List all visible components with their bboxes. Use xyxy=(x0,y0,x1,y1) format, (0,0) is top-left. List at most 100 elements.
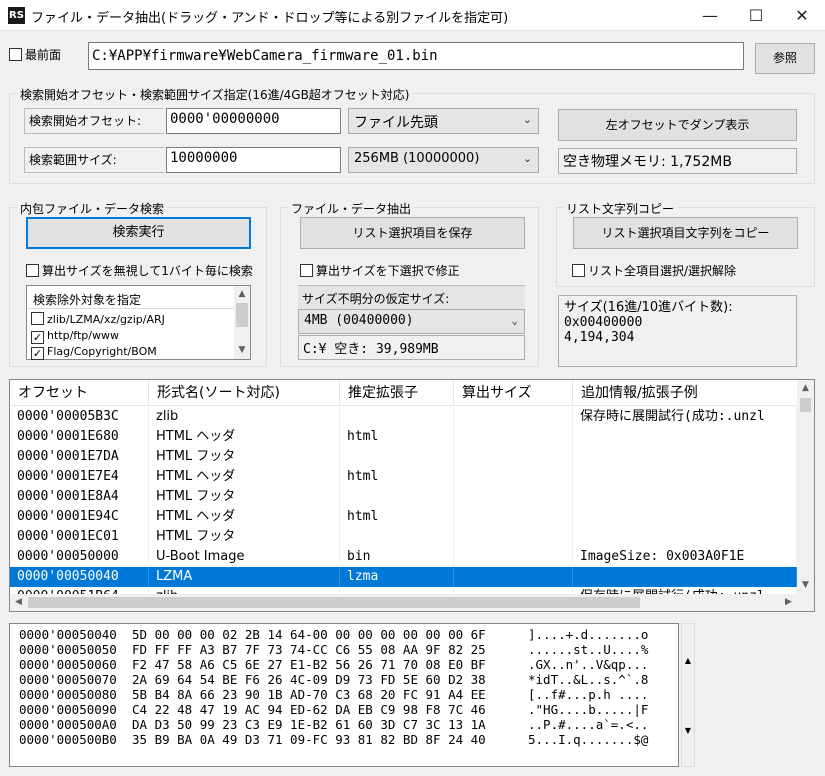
scrollbar-thumb[interactable] xyxy=(800,398,811,412)
hex-scrollbar[interactable]: ▲ ▼ xyxy=(681,623,695,767)
scrollbar-corner xyxy=(797,594,814,611)
chevron-down-icon: ⌄ xyxy=(522,113,532,126)
checkbox-box[interactable]: ✓ xyxy=(31,331,44,344)
column-header-extension[interactable]: 推定拡張子 xyxy=(340,380,454,406)
start-offset-input[interactable]: 0000'00000000 xyxy=(166,108,341,134)
column-header-format[interactable]: 形式名(ソート対応) xyxy=(149,380,340,406)
exclude-item[interactable]: ✓ http/ftp/www xyxy=(31,329,119,344)
chevron-down-icon[interactable]: ▼ xyxy=(234,342,250,359)
hex-hex: 2A 69 64 54 BE F6 26 4C-09 D9 73 FD 5E 6… xyxy=(132,672,486,687)
table-row[interactable]: 0000'0001E680 HTML ヘッダ html xyxy=(10,427,797,447)
checkbox-box[interactable] xyxy=(9,48,22,61)
chevron-down-icon[interactable]: ▼ xyxy=(797,577,814,594)
row-info: ImageSize: 0x003A0F1E xyxy=(573,547,797,567)
scrollbar-thumb[interactable] xyxy=(28,597,640,608)
range-size-value: 256MB (10000000) xyxy=(354,151,480,166)
list-copy-group-title: リスト文字列コピー xyxy=(563,200,678,217)
checkbox-box[interactable] xyxy=(26,264,39,277)
row-format: HTML フッタ xyxy=(149,527,340,547)
row-format: HTML ヘッダ xyxy=(149,467,340,487)
assumed-size-label: サイズ不明分の仮定サイズ: xyxy=(298,285,525,309)
hex-offset: 0000'00050090 xyxy=(19,702,117,717)
row-extension: html xyxy=(340,507,454,527)
maximize-icon[interactable]: ☐ xyxy=(733,0,779,31)
start-offset-label: 検索開始オフセット: xyxy=(24,108,164,134)
range-size-input[interactable]: 10000000 xyxy=(166,147,341,173)
browse-button[interactable]: 参照 xyxy=(755,43,815,74)
select-all-checkbox[interactable]: リスト全項目選択/選択解除 xyxy=(572,262,736,279)
start-origin-select[interactable]: ファイル先頭 ⌄ xyxy=(348,108,539,134)
column-header-size[interactable]: 算出サイズ xyxy=(454,380,573,406)
save-selected-button[interactable]: リスト選択項目を保存 xyxy=(300,217,525,249)
row-size xyxy=(454,427,573,447)
table-row[interactable]: 0000'00050000 U-Boot Image bin ImageSize: 0… xyxy=(10,547,797,567)
hex-offset: 0000'00050050 xyxy=(19,642,117,657)
checkbox-box[interactable] xyxy=(31,312,44,325)
row-info xyxy=(573,467,797,487)
table-row[interactable]: 0000'0001E8A4 HTML フッタ xyxy=(10,487,797,507)
fix-size-checkbox[interactable]: 算出サイズを下選択で修正 xyxy=(300,262,460,279)
title-bar: RS ファイル・データ抽出(ドラッグ・アンド・ドロップ等による別ファイルを指定可… xyxy=(0,0,825,31)
exclude-list-header: 検索除外対象を指定 xyxy=(33,293,142,307)
checkbox-box[interactable]: ✓ xyxy=(31,347,44,360)
table-row[interactable]: 0000'0001E7E4 HTML ヘッダ html xyxy=(10,467,797,487)
row-size xyxy=(454,447,573,467)
table-row[interactable]: 0000'0001EC01 HTML フッタ xyxy=(10,527,797,547)
ignore-size-label: 算出サイズを無視して1バイト毎に検索 xyxy=(42,264,253,278)
listview-horizontal-scrollbar[interactable]: ◀ ▶ xyxy=(10,594,797,611)
table-row[interactable]: 0000'00050040 LZMA lzma xyxy=(10,567,797,587)
hex-ascii: 5...I.q.......$@ xyxy=(528,732,649,747)
copy-list-text-button[interactable]: リスト選択項目文字列をコピー xyxy=(573,217,798,249)
hex-hex: F2 47 58 A6 C5 6E 27 E1-B2 56 26 71 70 0… xyxy=(132,657,486,672)
row-extension xyxy=(340,447,454,467)
results-listview[interactable]: オフセット 形式名(ソート対応) 推定拡張子 算出サイズ 追加情報/拡張子例 0… xyxy=(9,379,815,612)
listview-vertical-scrollbar[interactable]: ▲ ▼ xyxy=(797,380,814,594)
row-info xyxy=(573,567,797,587)
row-size xyxy=(454,547,573,567)
search-range-group-title: 検索開始オフセット・検索範囲サイズ指定(16進/4GB超オフセット対応) xyxy=(17,86,413,103)
chevron-right-icon[interactable]: ▶ xyxy=(780,594,797,611)
row-format: HTML フッタ xyxy=(149,487,340,507)
row-extension: html xyxy=(340,467,454,487)
row-info xyxy=(573,487,797,507)
exclude-item[interactable]: ✓ Flag/Copyright/BOM xyxy=(31,345,157,360)
column-header-info[interactable]: 追加情報/拡張子例 xyxy=(573,380,800,406)
hex-offset: 0000'000500B0 xyxy=(19,732,117,747)
hex-ascii: ..P.#....a`=.<.. xyxy=(528,717,649,732)
column-header-offset[interactable]: オフセット xyxy=(10,380,149,406)
range-size-select[interactable]: 256MB (10000000) ⌄ xyxy=(348,147,539,173)
exclude-item[interactable]: zlib/LZMA/xz/gzip/ARJ xyxy=(31,312,165,326)
checkbox-box[interactable] xyxy=(300,264,313,277)
ignore-size-checkbox[interactable]: 算出サイズを無視して1バイト毎に検索 xyxy=(26,262,253,279)
size-info-box: サイズ(16進/10進バイト数): 0x00400000 4,194,304 xyxy=(558,295,797,367)
row-extension: lzma xyxy=(340,567,454,587)
row-offset: 0000'0001E680 xyxy=(10,427,149,447)
chevron-up-icon[interactable]: ▲ xyxy=(797,380,814,397)
table-row[interactable]: 0000'0001E7DA HTML フッタ xyxy=(10,447,797,467)
range-size-label: 検索範囲サイズ: xyxy=(24,147,164,173)
row-extension xyxy=(340,407,454,427)
scrollbar-thumb[interactable] xyxy=(236,303,248,327)
chevron-up-icon[interactable]: ▲ xyxy=(682,656,694,665)
search-run-button[interactable]: 検索実行 xyxy=(26,217,251,249)
minimize-icon[interactable]: — xyxy=(687,0,733,31)
hex-offset: 0000'00050040 xyxy=(19,627,117,642)
table-row[interactable]: 0000'0001E94C HTML ヘッダ html xyxy=(10,507,797,527)
topmost-checkbox[interactable]: 最前面 xyxy=(9,46,61,63)
exclude-list[interactable]: 検索除外対象を指定 zlib/LZMA/xz/gzip/ARJ ✓ http/ft… xyxy=(26,285,251,360)
checkbox-box[interactable] xyxy=(572,264,585,277)
exclude-list-scrollbar[interactable]: ▲ ▼ xyxy=(234,286,250,359)
table-row[interactable]: 0000'00005B3C zlib 保存時に展開試行(成功:.unzl xyxy=(10,407,797,427)
chevron-up-icon[interactable]: ▲ xyxy=(234,286,250,303)
hex-ascii: *idT..&L..s.^`.8 xyxy=(528,672,649,687)
chevron-left-icon[interactable]: ◀ xyxy=(10,594,27,611)
app-icon: RS xyxy=(8,7,25,24)
hex-ascii: ."HG....b.....|F xyxy=(528,702,649,717)
dump-display-button[interactable]: 左オフセットでダンプ表示 xyxy=(558,109,797,141)
chevron-down-icon[interactable]: ▼ xyxy=(682,726,694,735)
close-icon[interactable]: ✕ xyxy=(779,0,825,31)
exclude-item-label: zlib/LZMA/xz/gzip/ARJ xyxy=(47,313,165,326)
file-path-input[interactable]: C:¥APP¥firmware¥WebCamera_firmware_01.bi… xyxy=(88,42,744,70)
hex-dump-view[interactable]: 0000'00050040 5D 00 00 00 02 2B 14 64-00 … xyxy=(9,623,679,767)
assumed-size-select[interactable]: 4MB (00400000) ⌄ xyxy=(298,309,525,334)
